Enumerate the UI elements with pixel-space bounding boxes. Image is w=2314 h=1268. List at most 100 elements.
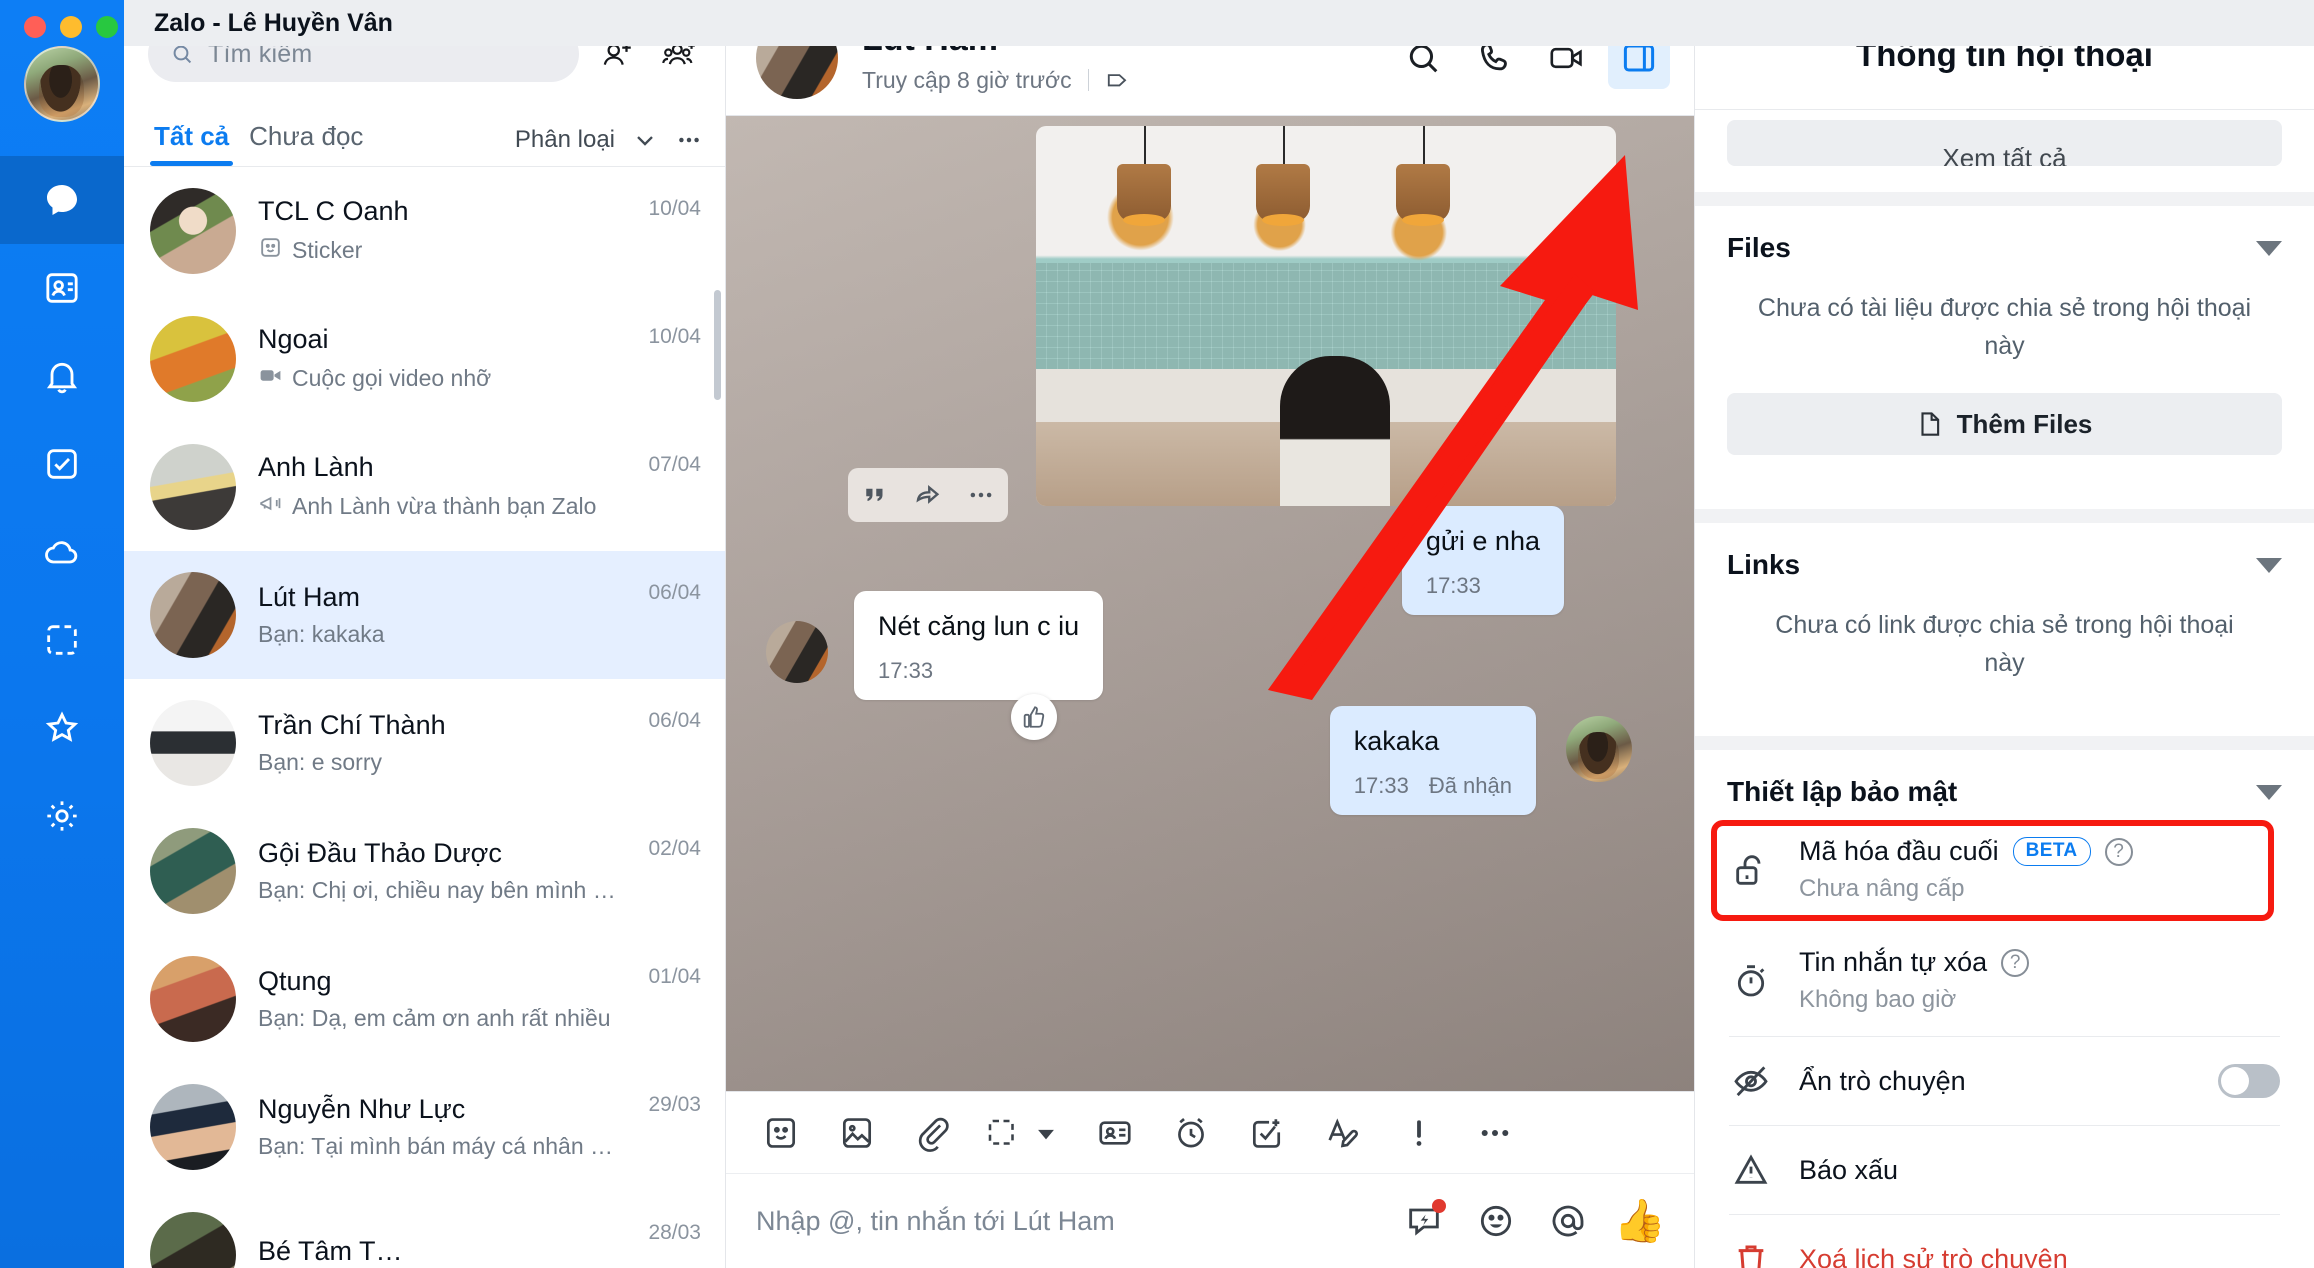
attach-button[interactable] bbox=[908, 1108, 958, 1158]
conversation-item[interactable]: Trần Chí Thành Bạn: e sorry 06/04 bbox=[124, 679, 725, 807]
conversation-item[interactable]: Ngoai Cuộc gọi video nhỡ 10/04 bbox=[124, 295, 725, 423]
send-like-button[interactable]: 👍 bbox=[1614, 1197, 1666, 1245]
reaction-button[interactable] bbox=[1011, 694, 1057, 740]
security-rows: Mã hóa đầu cuối BETA? Chưa nâng cấp Tin nhắ… bbox=[1695, 814, 2314, 1268]
message-bubble-outgoing[interactable]: kakaka 17:33 Đã nhận bbox=[1329, 706, 1536, 816]
security-row-label-row: Mã hóa đầu cuối BETA? bbox=[1799, 836, 2133, 867]
security-row-sub: Không bao giờ bbox=[1799, 986, 1957, 1013]
maximize-window-button[interactable] bbox=[96, 16, 118, 38]
message-input[interactable]: Nhập @, tin nhắn tới Lút Ham bbox=[756, 1206, 1378, 1237]
conversation-time: 01/04 bbox=[648, 965, 701, 988]
conversation-body: Lút Ham Bạn: kakaka bbox=[258, 582, 626, 647]
security-row-e2e-encryption[interactable]: Mã hóa đầu cuối BETA? Chưa nâng cấp bbox=[1695, 814, 2314, 925]
security-row-delete-chat-history[interactable]: Xoá lịch sử trò chuyện bbox=[1695, 1215, 2314, 1268]
minimize-window-button[interactable] bbox=[60, 16, 82, 38]
more-options-icon[interactable] bbox=[675, 126, 703, 154]
chevron-down-icon[interactable] bbox=[2256, 240, 2282, 256]
quote-icon[interactable] bbox=[860, 480, 890, 510]
conversation-item[interactable]: TCL C Oanh Sticker 10/04 bbox=[124, 167, 725, 295]
conversation-name: Ngoai bbox=[258, 324, 329, 355]
help-icon[interactable]: ? bbox=[2104, 837, 2133, 866]
message-hover-toolbar[interactable] bbox=[848, 468, 1008, 522]
message-bubble-outgoing[interactable]: gửi e nha 17:33 bbox=[1401, 506, 1564, 616]
sidebar-item-cloud[interactable] bbox=[0, 508, 124, 596]
left-nav-rail bbox=[0, 0, 124, 1268]
format-text-button[interactable] bbox=[1318, 1108, 1368, 1158]
composer-right-tools: 👍 bbox=[1400, 1197, 1666, 1245]
user-avatar[interactable] bbox=[24, 46, 100, 122]
conversation-avatar bbox=[150, 700, 236, 786]
window-title-bar: Zalo - Lê Huyền Vân bbox=[124, 0, 2314, 46]
sidebar-item-messages[interactable] bbox=[0, 156, 124, 244]
message-image[interactable] bbox=[1036, 126, 1616, 506]
tag-icon[interactable] bbox=[1105, 67, 1131, 93]
message-sender-avatar[interactable] bbox=[766, 621, 828, 683]
more-icon[interactable] bbox=[966, 480, 996, 510]
section-files: Files Chưa có tài liệu được chia sẻ tron… bbox=[1695, 206, 2314, 483]
zalo-capture-button[interactable] bbox=[984, 1108, 1064, 1158]
sidebar-item-settings[interactable] bbox=[0, 772, 124, 860]
conversation-scrollbar[interactable] bbox=[714, 290, 721, 400]
conversation-time: 29/03 bbox=[648, 1093, 701, 1116]
security-row-hide-conversation[interactable]: Ẩn trò chuyện bbox=[1695, 1037, 2314, 1125]
conversation-body: Qtung Bạn: Dạ, em cảm ơn anh rất nhiều bbox=[258, 966, 626, 1031]
sticker-button[interactable] bbox=[756, 1108, 806, 1158]
message-bubble-incoming[interactable]: Nét căng lun c iu 17:33 bbox=[854, 591, 1104, 701]
close-window-button[interactable] bbox=[24, 16, 46, 38]
chat-status-row: Truy cập 8 giờ trước bbox=[862, 67, 1131, 94]
security-row-wrapper: Báo xấu bbox=[1695, 1126, 2314, 1214]
conversation-item[interactable]: Qtung Bạn: Dạ, em cảm ơn anh rất nhiều 01/… bbox=[124, 935, 725, 1063]
security-section-header: Thiết lập bảo mật bbox=[1727, 776, 2282, 808]
chevron-down-icon[interactable] bbox=[2256, 557, 2282, 573]
see-all-button[interactable]: Xem tất cả bbox=[1727, 120, 2282, 166]
task-icon bbox=[1252, 1118, 1281, 1148]
conversation-item[interactable]: Bé Tâm T… 28/03 bbox=[124, 1191, 725, 1268]
security-row-label: Ẩn trò chuyện bbox=[1799, 1065, 1966, 1096]
quick-message-button[interactable] bbox=[1400, 1197, 1448, 1245]
sidebar-item-favorites[interactable] bbox=[0, 684, 124, 772]
sidebar-item-capture[interactable] bbox=[0, 596, 124, 684]
conversation-items[interactable]: TCL C Oanh Sticker 10/04 Ngoai Cuộc gọi vide… bbox=[124, 167, 725, 1268]
security-row-texts: Xoá lịch sử trò chuyện bbox=[1799, 1244, 2068, 1268]
priority-button[interactable] bbox=[1394, 1108, 1444, 1158]
add-files-button[interactable]: Thêm Files bbox=[1727, 393, 2282, 455]
thumbs-up-icon bbox=[1023, 706, 1045, 728]
info-panel-body[interactable]: Xem tất cả Files Chưa có tài liệu được c… bbox=[1695, 110, 2314, 1268]
emoji-button[interactable] bbox=[1472, 1197, 1520, 1245]
chevron-down-icon[interactable] bbox=[1028, 1114, 1064, 1152]
task-button[interactable] bbox=[1242, 1108, 1292, 1158]
chevron-down-icon[interactable] bbox=[2256, 784, 2282, 800]
attach-icon bbox=[918, 1117, 949, 1152]
forward-icon[interactable] bbox=[913, 480, 943, 510]
tab-all[interactable]: Tất cả bbox=[148, 121, 235, 166]
help-icon[interactable]: ? bbox=[2001, 948, 2030, 977]
sidebar-item-notifications[interactable] bbox=[0, 332, 124, 420]
chevron-down-icon[interactable] bbox=[631, 126, 659, 154]
conversation-avatar bbox=[150, 1084, 236, 1170]
conversation-time: 07/04 bbox=[648, 453, 701, 476]
security-row-report[interactable]: Báo xấu bbox=[1695, 1126, 2314, 1214]
message-list[interactable]: gửi e nha 17:33 Nét căng lun c iu 17:33 … bbox=[726, 116, 1694, 1091]
sidebar-item-contacts[interactable] bbox=[0, 244, 124, 332]
zalo-capture-icon bbox=[988, 1119, 1014, 1145]
sidebar-item-todo[interactable] bbox=[0, 420, 124, 508]
mention-icon bbox=[1552, 1205, 1584, 1237]
conversation-time: 10/04 bbox=[648, 325, 701, 348]
conversation-item[interactable]: Lút Ham Bạn: kakaka 06/04 bbox=[124, 551, 725, 679]
conversation-preview-text: Bạn: e sorry bbox=[258, 748, 382, 775]
security-row-auto-delete-messages[interactable]: Tin nhắn tự xóa? Không bao giờ bbox=[1695, 925, 2314, 1036]
mention-button[interactable] bbox=[1544, 1197, 1592, 1245]
conversation-item[interactable]: Nguyễn Như Lực Bạn: Tại mình bán máy cá n… bbox=[124, 1063, 725, 1191]
filter-label[interactable]: Phân loại bbox=[515, 126, 615, 154]
tab-unread[interactable]: Chưa đọc bbox=[243, 121, 369, 166]
hide-conversation-toggle[interactable] bbox=[2218, 1064, 2280, 1098]
conversation-item[interactable]: Gội Đầu Thảo Dược Bạn: Chị ơi, chiều nay … bbox=[124, 807, 725, 935]
conversation-item[interactable]: Anh Lành Anh Lành vừa thành bạn Zalo 07/04 bbox=[124, 423, 725, 551]
conversation-avatar bbox=[150, 828, 236, 914]
image-button[interactable] bbox=[832, 1108, 882, 1158]
conversation-body: Gội Đầu Thảo Dược Bạn: Chị ơi, chiều nay … bbox=[258, 838, 626, 903]
reminder-button[interactable] bbox=[1166, 1108, 1216, 1158]
message-sender-avatar[interactable] bbox=[1566, 716, 1632, 782]
business-card-button[interactable] bbox=[1090, 1108, 1140, 1158]
more-tools-button[interactable] bbox=[1470, 1108, 1520, 1158]
